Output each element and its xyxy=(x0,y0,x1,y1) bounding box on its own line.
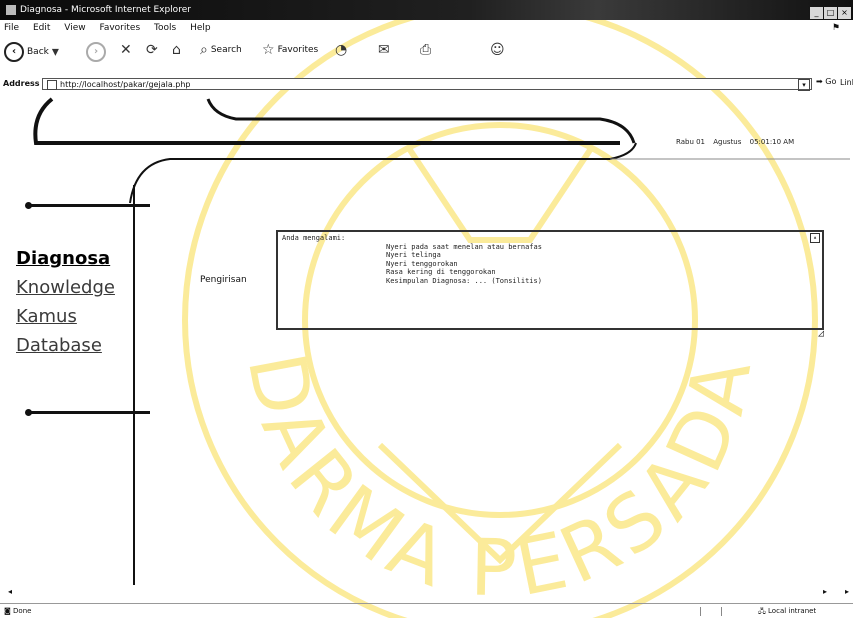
favorites-button[interactable]: ☆ Favorites xyxy=(262,42,318,58)
history-icon: ◔ xyxy=(335,42,348,58)
maximize-button[interactable]: □ xyxy=(824,7,837,19)
header-decoration xyxy=(33,97,850,204)
zone-label: Local intranet xyxy=(768,607,817,615)
ie-page-icon xyxy=(6,5,16,15)
minimize-button[interactable]: _ xyxy=(810,7,823,19)
clock-time: 05:01:10 AM xyxy=(749,138,795,146)
resize-handle-icon[interactable]: ◿ xyxy=(817,329,825,339)
history-button[interactable]: ◔ xyxy=(335,42,347,58)
menu-help[interactable]: Help xyxy=(190,23,211,33)
go-label: Go xyxy=(825,77,837,86)
address-input[interactable]: http://localhost/pakar/gejala.php ▾ xyxy=(42,78,812,91)
messenger-icon: ☺ xyxy=(490,42,505,58)
result-line: Nyeri telinga xyxy=(386,251,441,259)
result-line: Nyeri tenggorokan xyxy=(386,259,458,268)
go-button[interactable]: ➡ Go xyxy=(816,77,836,86)
window-title-bar[interactable]: Diagnosa - Microsoft Internet Explorer _… xyxy=(0,0,853,20)
result-textarea[interactable]: Anda mengalami: Nyeri pada saat menelan … xyxy=(276,230,824,339)
menu-favorites[interactable]: Favorites xyxy=(99,23,140,33)
mail-button[interactable]: ✉ xyxy=(378,42,390,58)
page-scroll-right-icon[interactable]: ▸ xyxy=(845,587,849,596)
result-line: Nyeri pada saat menelan atau bernafas xyxy=(386,242,542,251)
scroll-right-icon[interactable]: ▸ xyxy=(823,587,827,596)
dropdown-icon: ▾ xyxy=(51,44,59,60)
refresh-icon: ⟳ xyxy=(146,42,158,58)
search-icon: ⌕ xyxy=(200,42,208,58)
star-icon: ☆ xyxy=(262,42,275,58)
mail-icon: ✉ xyxy=(378,42,390,58)
status-text: ◙ Done xyxy=(4,607,32,615)
address-bar: Address http://localhost/pakar/gejala.ph… xyxy=(0,76,853,93)
standard-toolbar: ‹ Back ▾ › ✕ ⟳ ⌂ ⌕ Search ☆ Favorites ◔ … xyxy=(0,36,853,76)
status-dividers xyxy=(700,607,722,616)
forward-button[interactable]: › xyxy=(86,42,106,62)
address-dropdown-icon[interactable]: ▾ xyxy=(798,79,810,91)
stop-icon: ✕ xyxy=(120,42,132,58)
scroll-up-icon[interactable]: ▴ xyxy=(810,233,820,243)
print-button[interactable]: ⎙ xyxy=(420,42,431,58)
page-content: Rabu 01 Agustus 05:01:10 AM Diagnosa Kno… xyxy=(0,93,853,603)
nav-link-knowledge[interactable]: Knowledge xyxy=(16,273,115,302)
nav-link-diagnosa[interactable]: Diagnosa xyxy=(16,244,115,273)
menu-tools[interactable]: Tools xyxy=(154,23,176,33)
close-button[interactable]: × xyxy=(838,7,851,19)
home-icon: ⌂ xyxy=(172,42,181,58)
windows-flag-icon: ⚑ xyxy=(831,23,840,33)
zone-indicator: 🖧 Local intranet xyxy=(758,607,817,615)
header-datetime: Rabu 01 Agustus 05:01:10 AM xyxy=(676,138,800,146)
forward-arrow-icon: › xyxy=(86,42,106,62)
address-url: http://localhost/pakar/gejala.php xyxy=(60,80,191,89)
result-line: Anda mengalami: xyxy=(282,234,346,242)
status-bar: ◙ Done 🖧 Local intranet xyxy=(0,603,853,619)
form-label: Pengirisan xyxy=(200,275,247,285)
status-done-label: Done xyxy=(13,607,32,615)
search-button[interactable]: ⌕ Search xyxy=(200,42,242,58)
result-line: Rasa kering di tenggorokan xyxy=(386,268,496,276)
address-label: Address xyxy=(3,79,40,88)
nav-link-database[interactable]: Database xyxy=(16,331,115,360)
sidebar-divider-bottom xyxy=(25,409,150,416)
messenger-button[interactable]: ☺ xyxy=(490,42,505,58)
search-label: Search xyxy=(210,45,242,55)
favorites-label: Favorites xyxy=(277,45,319,55)
menu-file[interactable]: File xyxy=(4,23,19,33)
date-day: Rabu 01 xyxy=(676,138,706,146)
back-label: Back xyxy=(27,47,49,57)
page-icon xyxy=(47,79,57,90)
window-title: Diagnosa - Microsoft Internet Explorer xyxy=(20,5,191,15)
links-button[interactable]: Links xyxy=(840,78,853,87)
menu-bar: File Edit View Favorites Tools Help ⚑ xyxy=(0,20,853,36)
date-month: Agustus xyxy=(713,138,742,146)
home-button[interactable]: ⌂ xyxy=(172,42,181,58)
print-icon: ⎙ xyxy=(420,42,432,58)
sidebar-divider-top xyxy=(25,202,150,209)
refresh-button[interactable]: ⟳ xyxy=(146,42,158,58)
nav-link-kamus[interactable]: Kamus xyxy=(16,302,115,331)
stop-button[interactable]: ✕ xyxy=(120,42,132,58)
back-arrow-icon: ‹ xyxy=(4,42,24,62)
menu-view[interactable]: View xyxy=(64,23,85,33)
scroll-left-icon[interactable]: ◂ xyxy=(8,587,12,596)
side-navigation: Diagnosa Knowledge Kamus Database xyxy=(16,244,115,360)
result-line: Kesimpulan Diagnosa: ... (Tonsilitis) xyxy=(386,276,542,285)
menu-edit[interactable]: Edit xyxy=(33,23,50,33)
back-button[interactable]: ‹ Back ▾ xyxy=(4,42,59,62)
sidebar-border xyxy=(133,185,135,585)
horizontal-scrollbar[interactable]: ◂ ▸ ▸ xyxy=(0,587,853,597)
